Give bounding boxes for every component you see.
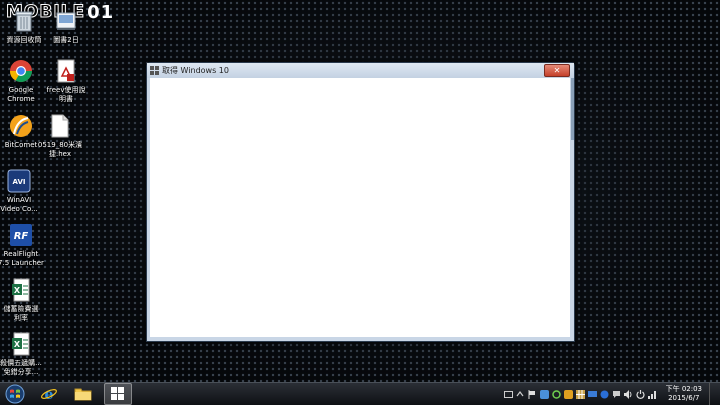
show-hidden-icons-icon[interactable] bbox=[516, 390, 525, 399]
start-button[interactable] bbox=[2, 383, 28, 405]
blue-tray-icon[interactable] bbox=[600, 390, 609, 399]
desktop-icon-pictures[interactable]: 圖書2日 bbox=[42, 8, 90, 45]
clock-date: 2015/6/7 bbox=[668, 394, 700, 402]
grid-tray-icon[interactable] bbox=[575, 389, 585, 399]
taskbar-file-explorer[interactable] bbox=[70, 384, 96, 404]
desktop-icon-spreadsheet-2[interactable]: X 殺價五遞購... 免錯分享... bbox=[0, 331, 45, 377]
close-button[interactable]: ✕ bbox=[544, 64, 570, 77]
svg-text:X: X bbox=[14, 286, 21, 295]
excel-file-icon: X bbox=[8, 277, 34, 303]
desktop-icon-label: 資源回收筒 bbox=[6, 36, 42, 44]
desktop-icon-label: WinAVI Video Co... bbox=[0, 196, 38, 213]
desktop-icon-label: 0519_80米濱 捷.hex bbox=[37, 141, 83, 158]
desktop-icon-label: 圖書2日 bbox=[53, 36, 79, 44]
windows-start-orb-icon bbox=[5, 384, 25, 404]
flag-icon[interactable] bbox=[528, 389, 537, 399]
desktop-icon-label: Google Chrome bbox=[7, 86, 35, 103]
desktop-icon-label: freev使用說 明書 bbox=[46, 86, 86, 103]
window-titlebar[interactable]: 取得 Windows 10 ✕ bbox=[147, 63, 574, 78]
winavi-icon: AVI bbox=[6, 168, 32, 194]
desktop-icon-winavi[interactable]: AVI WinAVI Video Co... bbox=[0, 168, 43, 214]
excel-file-icon: X bbox=[8, 331, 34, 357]
desktop-icon-label: 儲蓄險費選 利率 bbox=[3, 305, 39, 322]
volume-icon[interactable] bbox=[623, 389, 633, 399]
blank-file-icon bbox=[47, 113, 73, 139]
desktop-icon-spreadsheet-1[interactable]: X 儲蓄險費選 利率 bbox=[0, 277, 45, 323]
window-content-area bbox=[150, 78, 574, 337]
recycle-bin-icon bbox=[11, 8, 37, 34]
svg-text:AVI: AVI bbox=[13, 178, 26, 186]
get-windows-10-window[interactable]: 取得 Windows 10 ✕ bbox=[146, 62, 575, 342]
desktop-icon-realflight[interactable]: RF RealFlight 7.5 Launcher bbox=[0, 222, 45, 268]
desktop-icon-hex-file[interactable]: 0519_80米濱 捷.hex bbox=[36, 113, 84, 159]
taskbar: e 下午 02:03 2015/6/7 bbox=[0, 382, 720, 405]
folder-icon bbox=[74, 388, 92, 401]
windows-logo-icon bbox=[111, 387, 124, 400]
monitor-tray-icon[interactable] bbox=[587, 390, 597, 399]
system-tray: 下午 02:03 2015/6/7 bbox=[503, 383, 720, 405]
bitcomet-icon bbox=[8, 113, 34, 139]
pictures-icon bbox=[53, 8, 79, 34]
desktop-icon-label: BitComet bbox=[4, 141, 38, 149]
realflight-icon: RF bbox=[8, 222, 34, 248]
chrome-icon bbox=[8, 58, 34, 84]
windows-logo-icon bbox=[150, 66, 159, 75]
desktop-icon-recycle-bin[interactable]: 資源回收筒 bbox=[0, 8, 48, 45]
action-center-icon[interactable] bbox=[612, 390, 621, 399]
taskbar-windows-store[interactable] bbox=[104, 383, 132, 405]
desktop-icon-google-chrome[interactable]: Google Chrome bbox=[0, 58, 45, 104]
window-title: 取得 Windows 10 bbox=[162, 66, 229, 75]
taskbar-clock[interactable]: 下午 02:03 2015/6/7 bbox=[666, 385, 702, 403]
internet-explorer-icon: e bbox=[41, 387, 57, 402]
watermark-number: 01 bbox=[87, 1, 115, 23]
desktop-icon-label: 殺價五遞購... 免錯分享... bbox=[0, 359, 42, 376]
vertical-scrollbar[interactable] bbox=[571, 78, 574, 140]
clock-time: 下午 02:03 bbox=[665, 385, 702, 393]
close-icon: ✕ bbox=[553, 66, 561, 75]
keyboard-icon[interactable] bbox=[503, 390, 513, 399]
desktop-icon-pdf-document[interactable]: freev使用說 明書 bbox=[42, 58, 90, 104]
taskbar-internet-explorer[interactable]: e bbox=[36, 384, 62, 404]
svg-text:X: X bbox=[14, 340, 21, 349]
app-tray-icon[interactable] bbox=[539, 389, 549, 399]
power-icon[interactable] bbox=[636, 389, 645, 399]
settings-tray-icon[interactable] bbox=[563, 389, 573, 399]
svg-text:RF: RF bbox=[14, 231, 29, 242]
sync-icon[interactable] bbox=[551, 389, 561, 399]
network-icon[interactable] bbox=[647, 390, 657, 399]
show-desktop-button[interactable] bbox=[709, 383, 714, 405]
pdf-file-icon bbox=[53, 58, 79, 84]
desktop-icon-label: RealFlight 7.5 Launcher bbox=[0, 250, 44, 267]
